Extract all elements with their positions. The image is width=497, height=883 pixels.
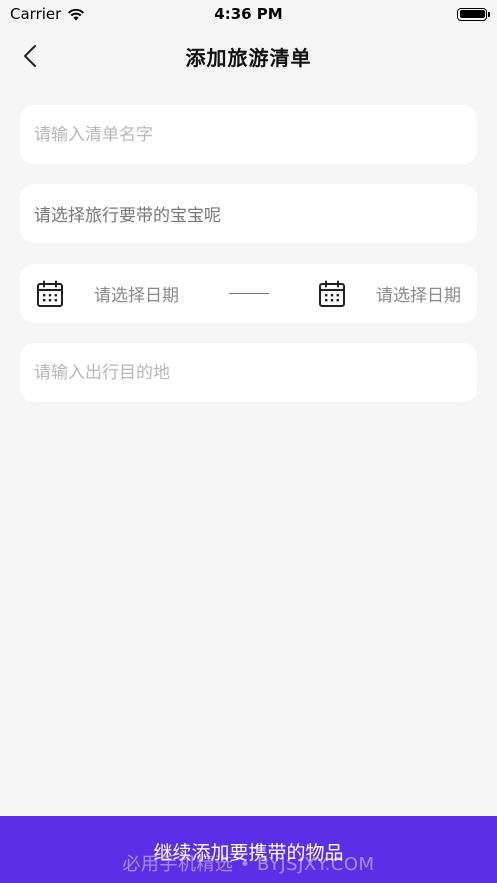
start-date-picker[interactable]: 请选择日期 (36, 280, 179, 308)
calendar-icon (37, 280, 63, 307)
destination-field[interactable] (20, 343, 477, 402)
start-date-label: 请选择日期 (94, 286, 179, 306)
chevron-left-icon (24, 45, 36, 67)
list-name-field[interactable] (20, 105, 477, 164)
end-date-label: 请选择日期 (376, 286, 461, 306)
destination-input[interactable] (34, 362, 463, 383)
nav-bar: 添加旅游清单 (0, 28, 497, 84)
calendar-icon (319, 280, 345, 307)
date-range-field: 请选择日期 请选择日期 (20, 264, 477, 323)
end-date-picker[interactable]: 请选择日期 (318, 280, 461, 308)
battery-icon (457, 7, 490, 21)
back-button[interactable] (14, 40, 46, 72)
page-title: 添加旅游清单 (185, 45, 312, 70)
baby-select-field[interactable]: 请选择旅行要带的宝宝呢 (20, 184, 477, 243)
date-range-separator (228, 293, 269, 294)
wifi-icon (68, 8, 85, 20)
watermark: 必用手机精选 • BYJSJXY.COM (122, 854, 375, 875)
list-name-input[interactable] (34, 124, 463, 145)
status-bar: Carrier 4:36 PM (0, 0, 497, 28)
baby-select-label: 请选择旅行要带的宝宝呢 (34, 206, 221, 226)
status-left: Carrier (10, 5, 85, 23)
carrier-label: Carrier (10, 5, 62, 23)
